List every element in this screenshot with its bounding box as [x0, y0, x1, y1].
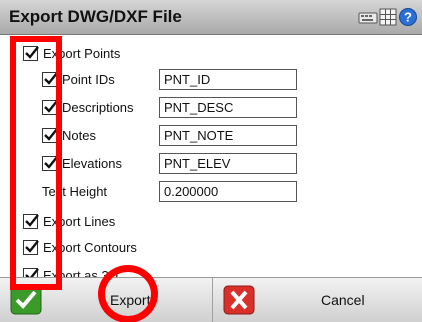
export-contours-checkbox[interactable] — [23, 239, 39, 255]
dialog-title: Export DWG/DXF File — [9, 7, 182, 26]
export-contours-label: Export Contours — [43, 239, 137, 255]
descriptions-option[interactable]: Descriptions — [42, 95, 134, 119]
elevations-field[interactable] — [159, 153, 297, 174]
check-icon — [44, 155, 58, 169]
export-contours-option[interactable]: Export Contours — [23, 235, 137, 259]
export-points-label: Export Points — [43, 45, 121, 61]
grid-icon[interactable] — [378, 7, 398, 32]
export-lines-label: Export Lines — [43, 213, 116, 229]
cancel-x-icon — [223, 285, 255, 320]
notes-checkbox[interactable] — [42, 127, 58, 143]
options-panel: Export Points Point IDs Descriptions Not… — [0, 35, 422, 283]
text-height-field[interactable] — [159, 181, 297, 202]
export-button-label: Export — [110, 292, 151, 308]
notes-option[interactable]: Notes — [42, 123, 96, 147]
descriptions-field[interactable] — [159, 97, 297, 118]
export-lines-checkbox[interactable] — [23, 213, 39, 229]
check-icon — [25, 45, 39, 59]
point-ids-label: Point IDs — [62, 71, 115, 87]
elevations-checkbox[interactable] — [42, 155, 58, 171]
text-height-option: Text Height — [42, 179, 107, 203]
export-button[interactable]: Export — [0, 278, 213, 322]
notes-label: Notes — [62, 127, 96, 143]
text-height-label: Text Height — [42, 183, 108, 199]
title-icons: ? — [358, 7, 418, 29]
descriptions-label: Descriptions — [62, 99, 134, 115]
cancel-button[interactable]: Cancel — [213, 278, 422, 322]
notes-field[interactable] — [159, 125, 297, 146]
command-bar: Export Cancel — [0, 277, 422, 322]
title-bar: Export DWG/DXF File ? — [0, 0, 422, 35]
point-ids-field[interactable] — [159, 69, 297, 90]
check-icon — [44, 99, 58, 113]
keyboard-icon[interactable] — [358, 7, 378, 32]
elevations-option[interactable]: Elevations — [42, 151, 122, 175]
help-icon[interactable]: ? — [398, 7, 418, 32]
point-ids-option[interactable]: Point IDs — [42, 67, 115, 91]
svg-text:?: ? — [404, 10, 412, 25]
check-icon — [10, 285, 42, 320]
check-icon — [25, 239, 39, 253]
check-icon — [25, 213, 39, 227]
export-lines-option[interactable]: Export Lines — [23, 209, 115, 233]
point-ids-checkbox[interactable] — [42, 71, 58, 87]
descriptions-checkbox[interactable] — [42, 99, 58, 115]
export-points-checkbox[interactable] — [23, 45, 39, 61]
elevations-label: Elevations — [62, 155, 122, 171]
check-icon — [44, 71, 58, 85]
cancel-button-label: Cancel — [321, 292, 365, 308]
check-icon — [44, 127, 58, 141]
export-dialog: Export DWG/DXF File ? Export Points Poin… — [0, 0, 422, 322]
export-points-option[interactable]: Export Points — [23, 41, 120, 65]
